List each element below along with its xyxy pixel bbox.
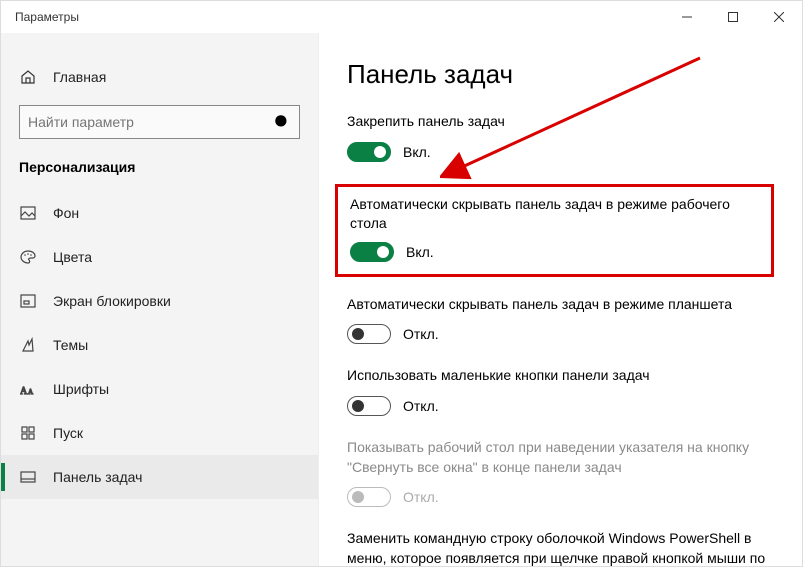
setting-label: Использовать маленькие кнопки панели зад… — [347, 366, 774, 386]
minimize-button[interactable] — [664, 1, 710, 33]
toggle-small-buttons[interactable] — [347, 396, 391, 416]
search-input[interactable] — [28, 114, 273, 130]
close-button[interactable] — [756, 1, 802, 33]
svg-text:A: A — [20, 386, 28, 397]
page-title: Панель задач — [347, 59, 774, 90]
sidebar-item-lockscreen[interactable]: Экран блокировки — [1, 279, 318, 323]
maximize-icon — [728, 12, 738, 22]
window-controls — [664, 1, 802, 33]
toggle-autohide-desktop[interactable] — [350, 242, 394, 262]
minimize-icon — [682, 12, 692, 22]
setting-powershell: Заменить командную строку оболочкой Wind… — [347, 529, 774, 566]
picture-icon — [19, 205, 37, 221]
sidebar-item-label: Фон — [53, 205, 79, 221]
sidebar-item-colors[interactable]: Цвета — [1, 235, 318, 279]
svg-text:A: A — [28, 388, 33, 396]
toggle-state: Откл. — [403, 326, 439, 342]
setting-autohide-desktop: Автоматически скрывать панель задач в ре… — [350, 195, 759, 262]
setting-label: Автоматически скрывать панель задач в ре… — [347, 295, 774, 315]
setting-label: Показывать рабочий стол при наведении ук… — [347, 438, 774, 477]
sidebar-item-themes[interactable]: Темы — [1, 323, 318, 367]
nav-home-label: Главная — [53, 69, 106, 85]
window-title: Параметры — [15, 10, 79, 24]
search-icon — [273, 113, 291, 131]
sidebar-item-label: Цвета — [53, 249, 92, 265]
start-icon — [19, 425, 37, 441]
toggle-state: Вкл. — [403, 144, 431, 160]
setting-label: Заменить командную строку оболочкой Wind… — [347, 529, 774, 566]
sidebar-item-label: Панель задач — [53, 469, 142, 485]
toggle-autohide-tablet[interactable] — [347, 324, 391, 344]
sidebar-item-fonts[interactable]: AA Шрифты — [1, 367, 318, 411]
setting-autohide-tablet: Автоматически скрывать панель задач в ре… — [347, 295, 774, 345]
toggle-peek-desktop — [347, 487, 391, 507]
sidebar-item-start[interactable]: Пуск — [1, 411, 318, 455]
toggle-state: Откл. — [403, 489, 439, 505]
setting-small-buttons: Использовать маленькие кнопки панели зад… — [347, 366, 774, 416]
themes-icon — [19, 337, 37, 353]
toggle-lock-taskbar[interactable] — [347, 142, 391, 162]
sidebar-section-title: Персонализация — [1, 155, 318, 191]
maximize-button[interactable] — [710, 1, 756, 33]
toggle-state: Откл. — [403, 398, 439, 414]
sidebar-item-label: Пуск — [53, 425, 83, 441]
setting-label: Автоматически скрывать панель задач в ре… — [350, 195, 759, 234]
toggle-state: Вкл. — [406, 244, 434, 260]
setting-lock-taskbar: Закрепить панель задач Вкл. — [347, 112, 774, 162]
titlebar: Параметры — [1, 1, 802, 33]
content-area: Панель задач Закрепить панель задач Вкл.… — [319, 33, 802, 566]
sidebar-item-taskbar[interactable]: Панель задач — [1, 455, 318, 499]
lockscreen-icon — [19, 293, 37, 309]
sidebar-item-label: Шрифты — [53, 381, 109, 397]
taskbar-icon — [19, 469, 37, 485]
fonts-icon: AA — [19, 381, 37, 397]
sidebar-item-label: Экран блокировки — [53, 293, 171, 309]
sidebar-item-label: Темы — [53, 337, 88, 353]
sidebar-item-background[interactable]: Фон — [1, 191, 318, 235]
annotation-highlight: Автоматически скрывать панель задач в ре… — [335, 184, 774, 277]
setting-peek-desktop: Показывать рабочий стол при наведении ук… — [347, 438, 774, 507]
home-icon — [19, 69, 37, 85]
sidebar: Главная Персонализация Фон Цве — [1, 33, 319, 566]
setting-label: Закрепить панель задач — [347, 112, 774, 132]
palette-icon — [19, 249, 37, 265]
close-icon — [774, 12, 784, 22]
nav-home[interactable]: Главная — [1, 57, 318, 97]
search-box[interactable] — [19, 105, 300, 139]
